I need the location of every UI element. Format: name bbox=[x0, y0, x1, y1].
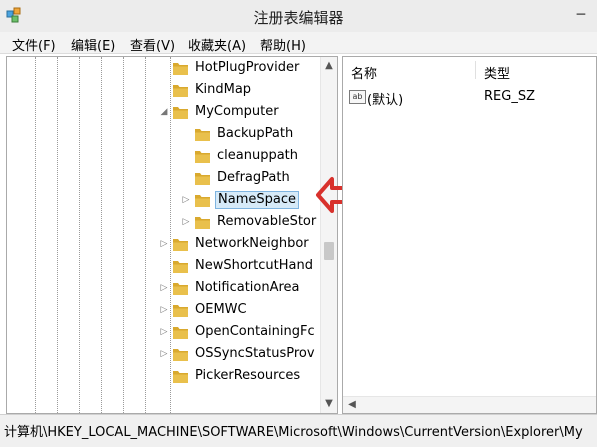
value-row-name[interactable]: (默认) bbox=[367, 89, 403, 108]
folder-icon bbox=[195, 151, 210, 163]
tree-expander-icon[interactable]: ▷ bbox=[159, 326, 169, 338]
tree-item-label[interactable]: KindMap bbox=[193, 81, 253, 99]
tree-row[interactable]: ▷ OSSyncStatusProv bbox=[7, 343, 319, 365]
status-bar: 计算机\HKEY_LOCAL_MACHINE\SOFTWARE\Microsof… bbox=[0, 414, 597, 447]
tree-expander-icon[interactable] bbox=[159, 62, 169, 74]
string-value-icon: ab bbox=[349, 90, 366, 104]
tree-item-label[interactable]: NetworkNeighbor bbox=[193, 235, 311, 253]
tree-expander-icon[interactable]: ▷ bbox=[159, 304, 169, 316]
tree-expander-icon[interactable]: ▷ bbox=[181, 216, 191, 228]
menu-file[interactable]: 文件(F) bbox=[12, 35, 56, 54]
tree-row[interactable]: KindMap bbox=[7, 79, 319, 101]
value-row-type[interactable]: REG_SZ bbox=[484, 89, 535, 104]
folder-icon bbox=[173, 283, 188, 295]
tree-row[interactable]: HotPlugProvider bbox=[7, 57, 319, 79]
tree-item-label[interactable]: OSSyncStatusProv bbox=[193, 345, 317, 363]
column-header-type[interactable]: 类型 bbox=[484, 63, 510, 82]
scroll-left-icon[interactable]: ◀ bbox=[344, 397, 360, 413]
tree-expander-icon[interactable] bbox=[181, 172, 191, 184]
menu-view[interactable]: 查看(V) bbox=[130, 35, 175, 54]
tree-item-label[interactable]: MyComputer bbox=[193, 103, 281, 121]
current-key-path: 计算机\HKEY_LOCAL_MACHINE\SOFTWARE\Microsof… bbox=[4, 425, 583, 440]
tree-expander-icon[interactable] bbox=[181, 150, 191, 162]
folder-icon bbox=[195, 173, 210, 185]
tree-row[interactable]: cleanuppath bbox=[7, 145, 319, 167]
menu-help[interactable]: 帮助(H) bbox=[260, 35, 306, 54]
folder-icon bbox=[173, 63, 188, 75]
scroll-thumb[interactable] bbox=[324, 242, 334, 260]
folder-icon bbox=[195, 217, 210, 229]
tree-item-label-selected[interactable]: NameSpace bbox=[215, 191, 299, 209]
tree-row[interactable]: ◢ MyComputer bbox=[7, 101, 319, 123]
folder-icon bbox=[195, 195, 210, 207]
tree-item-label[interactable]: RemovableStor bbox=[215, 213, 318, 231]
tree-vertical-scrollbar[interactable]: ▲ ▼ bbox=[320, 57, 337, 413]
tree-expander-icon[interactable]: ▷ bbox=[159, 348, 169, 360]
values-list[interactable]: 名称 类型 ab (默认) REG_SZ ◀ bbox=[342, 56, 597, 414]
folder-icon bbox=[173, 107, 188, 119]
tree-item-label[interactable]: NotificationArea bbox=[193, 279, 302, 297]
folder-icon bbox=[173, 305, 188, 317]
scroll-up-icon[interactable]: ▲ bbox=[321, 58, 337, 74]
tree-expander-icon[interactable] bbox=[159, 370, 169, 382]
tree-row[interactable]: ▷ NotificationArea bbox=[7, 277, 319, 299]
title-bar: 注册表编辑器 ─ bbox=[0, 0, 597, 32]
menu-bar: 文件(F) 编辑(E) 查看(V) 收藏夹(A) 帮助(H) bbox=[0, 32, 597, 54]
tree-expander-icon[interactable] bbox=[181, 128, 191, 140]
tree-item-label[interactable]: BackupPath bbox=[215, 125, 295, 143]
folder-icon bbox=[173, 327, 188, 339]
tree-row[interactable]: ▷ NameSpace bbox=[7, 189, 319, 211]
tree-expander-icon[interactable]: ▷ bbox=[159, 238, 169, 250]
tree-item-label[interactable]: PickerResources bbox=[193, 367, 302, 385]
tree-expander-icon[interactable] bbox=[159, 84, 169, 96]
tree-expander-icon[interactable]: ◢ bbox=[159, 106, 169, 118]
menu-favorites[interactable]: 收藏夹(A) bbox=[188, 35, 246, 54]
tree-row[interactable]: DefragPath bbox=[7, 167, 319, 189]
tree-row[interactable]: ▷ OpenContainingFc bbox=[7, 321, 319, 343]
tree-item-label[interactable]: OEMWC bbox=[193, 301, 249, 319]
folder-icon bbox=[173, 349, 188, 361]
minimize-button[interactable]: ─ bbox=[570, 5, 592, 25]
tree-row[interactable]: BackupPath bbox=[7, 123, 319, 145]
folder-icon bbox=[173, 85, 188, 97]
tree-item-label[interactable]: NewShortcutHand bbox=[193, 257, 315, 275]
tree-row[interactable]: NewShortcutHand bbox=[7, 255, 319, 277]
folder-icon bbox=[173, 239, 188, 251]
scroll-down-icon[interactable]: ▼ bbox=[321, 396, 337, 412]
tree-row[interactable]: ▷ RemovableStor bbox=[7, 211, 319, 233]
tree-expander-icon[interactable] bbox=[159, 260, 169, 272]
registry-tree[interactable]: HotPlugProvider KindMap ◢ MyComputer BackupP… bbox=[6, 56, 338, 414]
tree-item-label[interactable]: DefragPath bbox=[215, 169, 292, 187]
folder-icon bbox=[195, 129, 210, 141]
tree-item-label[interactable]: HotPlugProvider bbox=[193, 59, 301, 77]
column-header-name[interactable]: 名称 bbox=[351, 63, 377, 82]
window-title: 注册表编辑器 bbox=[253, 9, 344, 27]
tree-row[interactable]: ▷ NetworkNeighbor bbox=[7, 233, 319, 255]
values-horizontal-scrollbar[interactable]: ◀ bbox=[343, 396, 596, 413]
menu-edit[interactable]: 编辑(E) bbox=[71, 35, 115, 54]
tree-item-label[interactable]: cleanuppath bbox=[215, 147, 300, 165]
tree-expander-icon[interactable]: ▷ bbox=[159, 282, 169, 294]
column-divider[interactable] bbox=[475, 61, 476, 79]
folder-icon bbox=[173, 261, 188, 273]
tree-row[interactable]: PickerResources bbox=[7, 365, 319, 387]
tree-item-label[interactable]: OpenContainingFc bbox=[193, 323, 317, 341]
tree-expander-icon[interactable]: ▷ bbox=[181, 194, 191, 206]
tree-row[interactable]: ▷ OEMWC bbox=[7, 299, 319, 321]
folder-icon bbox=[173, 371, 188, 383]
